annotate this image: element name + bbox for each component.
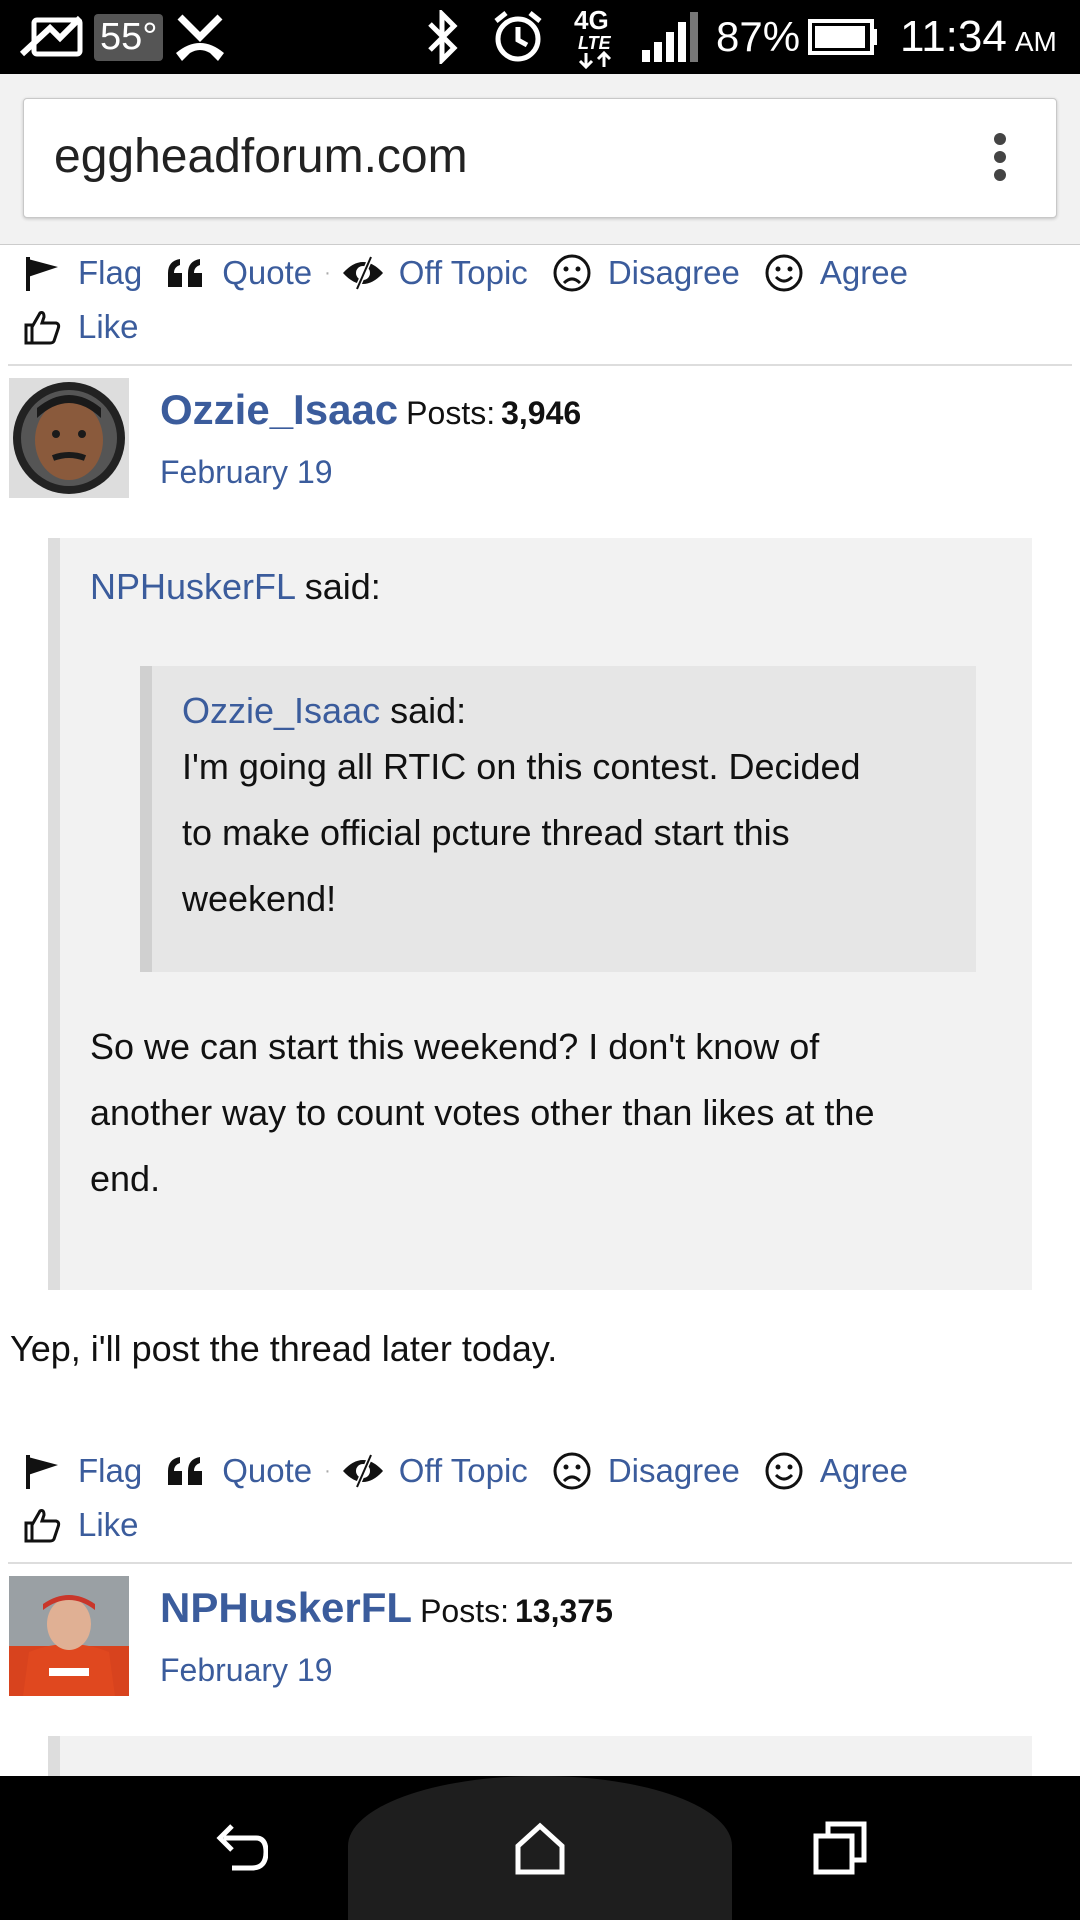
post-divider	[8, 1562, 1072, 1564]
temperature-text: 55°	[94, 13, 164, 61]
post-actions: Flag Quote · Off Topic Disagree Agree Li…	[20, 246, 1060, 354]
quote-author-link[interactable]: NPHuskerFL	[90, 566, 295, 607]
like-button[interactable]: Like	[20, 1498, 139, 1552]
avatar[interactable]	[9, 378, 129, 498]
back-icon[interactable]	[212, 1822, 269, 1883]
flag-button[interactable]: Flag	[20, 1444, 142, 1498]
separator: ·	[324, 1459, 331, 1482]
browser-toolbar: eggheadforum.com	[0, 74, 1080, 245]
agree-button[interactable]: Agree	[762, 246, 908, 300]
eye-off-icon	[341, 251, 385, 295]
forum-thread: Flag Quote · Off Topic Disagree Agree Li…	[0, 244, 1080, 1776]
svg-text:4G: 4G	[574, 5, 609, 35]
nested-quote-text: I'm going all RTIC on this contest. Deci…	[182, 746, 861, 919]
battery-percent: 87%	[716, 13, 801, 60]
nested-blockquote: Ozzie_Isaac said: I'm going all RTIC on …	[140, 666, 976, 972]
network-4g-icon: 4G LTE	[570, 0, 622, 74]
separator: ·	[324, 261, 331, 284]
quote-button[interactable]: Quote	[164, 1444, 312, 1498]
flag-button[interactable]: Flag	[20, 246, 142, 300]
smile-icon	[762, 1449, 806, 1493]
thumbs-up-icon	[20, 1503, 64, 1547]
post-count: 13,375	[514, 1593, 613, 1629]
flag-icon	[20, 251, 64, 295]
blockquote	[48, 1736, 1032, 1776]
post-author[interactable]: NPHuskerFL Posts: 13,375	[160, 1584, 613, 1632]
avatar[interactable]	[9, 1576, 129, 1696]
quote-icon	[164, 251, 208, 295]
url-text[interactable]: eggheadforum.com	[54, 129, 468, 184]
overflow-menu-icon[interactable]	[992, 133, 1008, 185]
home-icon[interactable]	[512, 1820, 568, 1881]
blockquote: NPHuskerFL said: Ozzie_Isaac said: I'm g…	[48, 538, 1032, 1290]
navigation-bar	[0, 1776, 1080, 1920]
alarm-icon	[490, 0, 546, 74]
post-count: 3,946	[501, 395, 582, 431]
disagree-button[interactable]: Disagree	[550, 1444, 740, 1498]
battery-icon	[808, 0, 878, 74]
signal-icon	[640, 0, 700, 74]
missed-call-icon	[172, 0, 228, 74]
status-bar: 55° 4G LTE 87% 11:34 AM	[0, 0, 1080, 74]
url-bar[interactable]: eggheadforum.com	[23, 98, 1057, 218]
like-button[interactable]: Like	[20, 300, 139, 354]
off-topic-button[interactable]: Off Topic	[341, 246, 528, 300]
clock-ampm: AM	[1014, 26, 1057, 57]
quote-header: NPHuskerFL said:	[90, 566, 381, 607]
post-date[interactable]: February 19	[160, 454, 333, 491]
frown-icon	[550, 1449, 594, 1493]
eye-off-icon	[341, 1449, 385, 1493]
thumbs-up-icon	[20, 305, 64, 349]
post-divider	[8, 364, 1072, 366]
svg-text:LTE: LTE	[578, 33, 612, 53]
post-date[interactable]: February 19	[160, 1652, 333, 1689]
post-actions: Flag Quote · Off Topic Disagree Agree Li…	[20, 1444, 1060, 1552]
recents-icon[interactable]	[812, 1820, 868, 1881]
post-author[interactable]: Ozzie_Isaac Posts: 3,946	[160, 386, 581, 434]
bluetooth-icon	[424, 0, 460, 74]
nested-quote-author-link[interactable]: Ozzie_Isaac	[182, 690, 380, 731]
weather-badge: 55°	[94, 0, 164, 74]
disagree-button[interactable]: Disagree	[550, 246, 740, 300]
frown-icon	[550, 251, 594, 295]
post-body: Yep, i'll post the thread later today.	[10, 1328, 558, 1369]
message-icon	[20, 0, 84, 74]
quote-icon	[164, 1449, 208, 1493]
flag-icon	[20, 1449, 64, 1493]
nested-quote-header: Ozzie_Isaac said:	[182, 690, 467, 731]
smile-icon	[762, 251, 806, 295]
off-topic-button[interactable]: Off Topic	[341, 1444, 528, 1498]
clock-time: 11:34	[900, 12, 1007, 61]
quote-button[interactable]: Quote	[164, 246, 312, 300]
agree-button[interactable]: Agree	[762, 1444, 908, 1498]
quote-text: So we can start this weekend? I don't kn…	[90, 1026, 875, 1199]
